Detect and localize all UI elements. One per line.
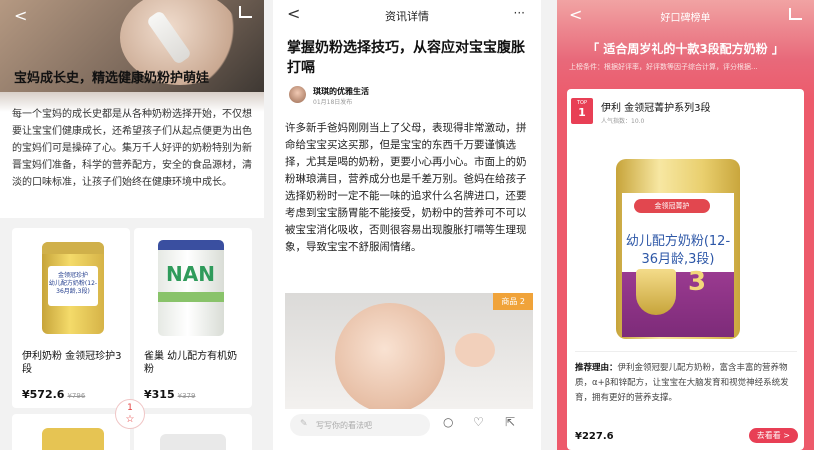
formula-can-image — [42, 428, 104, 450]
price-value: ¥315 — [144, 388, 175, 401]
page-title: 宝妈成长史，精选健康奶粉护萌娃 — [14, 71, 210, 86]
formula-can-image: NAN — [158, 240, 224, 336]
formula-can-image: 金领冠菁护 幼儿配方奶粉(12-36月龄,3段) 3 — [616, 159, 740, 339]
more-icon[interactable]: ··· — [514, 6, 525, 20]
ranking-page: < 好口碑榜单 「 适合周岁礼的十款3段配方奶粉 」 上榜条件：根据好评率，好评… — [557, 0, 814, 450]
baby-hand — [455, 333, 495, 367]
can-lid — [42, 242, 104, 254]
article-image: 商品 2 — [285, 293, 533, 409]
comment-bar: ✎ 写写你的看法吧 ○ ♡ ⇱ — [273, 409, 541, 450]
nav-title: 资讯详情 — [385, 10, 429, 23]
popularity-index: 人气指数：10.0 — [601, 118, 645, 125]
product-card[interactable] — [134, 414, 252, 450]
product-name: 伊利奶粉 金领冠珍护3段 — [22, 351, 122, 375]
favorite-count: 1 — [127, 403, 133, 413]
old-price: ¥796 — [67, 392, 86, 400]
comment-input[interactable]: ✎ 写写你的看法吧 — [290, 414, 430, 436]
old-price: ¥379 — [177, 392, 196, 400]
star-icon: ☆ — [125, 414, 135, 425]
product-name: 伊利 金领冠菁护系列3段 — [601, 103, 711, 114]
share-icon[interactable]: ⇱ — [505, 415, 515, 429]
product-price: ¥227.6 — [575, 431, 614, 442]
product-name: 雀巢 幼儿配方有机奶粉 — [144, 351, 238, 375]
baby-photo — [335, 303, 445, 409]
author-name[interactable]: 琪琪的优雅生活 — [313, 86, 369, 97]
share-icon[interactable] — [239, 6, 252, 18]
can-stage: 3 — [688, 267, 707, 297]
nav-bar: < 资讯详情 ··· — [273, 0, 541, 32]
can-brand: NAN — [166, 262, 215, 286]
formula-can-image: 金领冠珍护 幼儿配方奶粉(12-36月龄,3段) — [42, 242, 104, 334]
article-page: < 资讯详情 ··· 掌握奶粉选择技巧，从容应对宝宝腹胀打嗝 琪琪的优雅生活 0… — [273, 0, 541, 450]
product-card[interactable] — [12, 414, 130, 450]
back-icon[interactable]: < — [14, 6, 27, 25]
can-brand: 金领冠珍护 — [57, 272, 88, 279]
rank-number: 1 — [578, 106, 586, 119]
price-value: ¥572.6 — [22, 388, 65, 401]
recommend-reason: 推荐理由：伊利金领冠婴儿配方奶粉，富含丰富的营养物质，α+β和锌配方，让宝宝在大… — [575, 361, 797, 406]
rank-card[interactable]: TOP 1 伊利 金领冠菁护系列3段 人气指数：10.0 金领冠菁护 幼儿配方奶… — [567, 89, 804, 450]
comment-icon[interactable]: ○ — [443, 415, 453, 429]
can-name: 幼儿配方奶粉(12-36月龄,3段) — [625, 234, 731, 267]
view-button[interactable]: 去看看 > — [748, 428, 798, 443]
pen-icon: ✎ — [300, 419, 308, 429]
comment-placeholder: 写写你的看法吧 — [316, 421, 372, 430]
nav-title: 好口碑榜单 — [660, 13, 711, 24]
can-lid — [158, 240, 224, 250]
topic-page: < 宝妈成长史，精选健康奶粉护萌娃 每一个宝妈的成长史都是从各种奶粉选择开始，不… — [0, 0, 264, 450]
formula-can-image — [160, 434, 226, 450]
favorite-button[interactable]: 1 ☆ — [115, 399, 145, 429]
avatar[interactable] — [289, 86, 306, 103]
heart-icon[interactable]: ♡ — [473, 415, 484, 429]
can-label: 金领冠珍护 幼儿配方奶粉(12-36月龄,3段) — [48, 266, 98, 306]
can-brand: 金领冠菁护 — [634, 199, 710, 213]
shield-emblem — [636, 269, 676, 315]
product-price: ¥315 ¥379 — [144, 388, 195, 401]
can-band — [158, 292, 224, 302]
product-card[interactable]: 金领冠珍护 幼儿配方奶粉(12-36月龄,3段) 伊利奶粉 金领冠珍护3段 ¥57… — [12, 228, 130, 408]
can-text: 幼儿配方奶粉(12-36月龄,3段) — [48, 280, 98, 295]
article-body: 许多新手爸妈刚刚当上了父母，表现得非常激动，拼命给宝宝买这买那，但是宝宝的东西千… — [285, 122, 527, 253]
product-card[interactable]: NAN 雀巢 幼儿配方有机奶粉 ¥315 ¥379 — [134, 228, 252, 408]
rank-badge: TOP 1 — [571, 98, 593, 124]
product-tag[interactable]: 商品 2 — [493, 293, 533, 310]
reason-label: 推荐理由： — [575, 363, 618, 373]
article-title: 掌握奶粉选择技巧，从容应对宝宝腹胀打嗝 — [287, 40, 525, 76]
list-title: 「 适合周岁礼的十款3段配方奶粉 」 — [587, 42, 784, 56]
divider — [575, 351, 797, 352]
product-price: ¥572.6 ¥796 — [22, 388, 85, 401]
list-criteria: 上榜条件：根据好评率，好评数等因子综合计算，评分根据... — [569, 63, 758, 71]
intro-text: 每一个宝妈的成长史都是从各种奶粉选择开始，不仅想要让宝宝们健康成长，还希望孩子们… — [12, 109, 252, 188]
publish-date: 01月18日发布 — [313, 99, 353, 106]
share-icon[interactable] — [789, 8, 802, 20]
